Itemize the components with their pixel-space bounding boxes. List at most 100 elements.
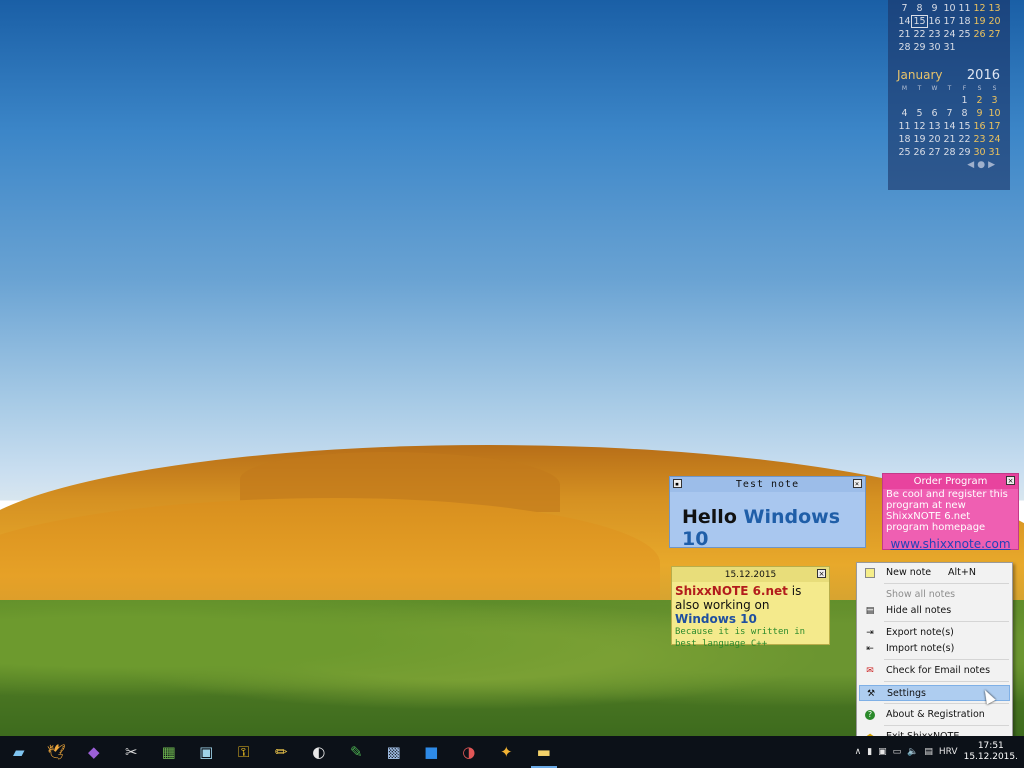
taskbar-app-utility-icon[interactable]: ▣ [188, 736, 226, 768]
calendar-day[interactable]: 13 [927, 121, 942, 132]
menu-about[interactable]: ? About & Registration [859, 707, 1010, 723]
calendar-day[interactable]: 2 [972, 95, 987, 106]
calendar-day[interactable]: 15 [957, 121, 972, 132]
calendar-day[interactable]: 20 [927, 134, 942, 145]
calendar-day[interactable]: 9 [927, 3, 942, 14]
calendar-day[interactable]: 11 [897, 121, 912, 132]
calendar-day[interactable]: 13 [987, 3, 1002, 14]
calendar-day[interactable]: 23 [927, 29, 942, 40]
calendar-day[interactable]: 14 [897, 16, 912, 27]
menu-hide-all[interactable]: ▤ Hide all notes [859, 603, 1010, 619]
shixxnote-tray-icon[interactable]: ▮ [867, 747, 872, 757]
calendar-day[interactable]: 18 [957, 16, 972, 27]
calendar-day[interactable]: 7 [942, 108, 957, 119]
calendar-day[interactable]: 10 [942, 3, 957, 14]
calendar-day[interactable]: 27 [927, 147, 942, 158]
menu-check-email[interactable]: ✉ Check for Email notes [859, 663, 1010, 679]
calendar-day[interactable]: 18 [897, 134, 912, 145]
calendar-day[interactable]: 27 [987, 29, 1002, 40]
calendar-day[interactable]: 23 [972, 134, 987, 145]
notifications-icon[interactable]: ▤ [924, 747, 933, 757]
calendar-day[interactable]: 24 [987, 134, 1002, 145]
calendar-day[interactable]: 16 [927, 16, 942, 27]
chevron-right-icon[interactable]: ▶ [988, 160, 998, 170]
calendar-day[interactable]: 4 [897, 108, 912, 119]
chevron-left-icon[interactable]: ◀ [967, 160, 977, 170]
calendar-day[interactable] [927, 95, 942, 106]
calendar-day[interactable]: 17 [987, 121, 1002, 132]
calendar-day[interactable]: 12 [912, 121, 927, 132]
calendar-day[interactable]: 6 [927, 108, 942, 119]
calendar-day[interactable]: 22 [957, 134, 972, 145]
calendar-day[interactable]: 7 [897, 3, 912, 14]
network-icon[interactable]: ▭ [893, 747, 902, 757]
menu-new-note[interactable]: New note Alt+N [859, 565, 1010, 581]
calendar-day[interactable]: 10 [987, 108, 1002, 119]
calendar-day[interactable]: 31 [987, 147, 1002, 158]
calendar-day[interactable]: 29 [912, 42, 927, 53]
calendar-day[interactable]: 19 [912, 134, 927, 145]
calendar-day[interactable]: 21 [897, 29, 912, 40]
note-test[interactable]: ▪ Test note × Hello Windows 10 [669, 476, 866, 550]
calendar-day[interactable] [942, 95, 957, 106]
close-icon[interactable]: × [1006, 476, 1015, 485]
calendar-day[interactable]: 3 [987, 95, 1002, 106]
volume-icon[interactable]: 🔈 [907, 747, 918, 757]
taskbar-app-spreadsheet-icon[interactable]: ▦ [150, 736, 188, 768]
calendar-day[interactable] [972, 42, 987, 53]
calendar-day[interactable] [897, 95, 912, 106]
taskbar-app-media-icon[interactable]: ◑ [450, 736, 488, 768]
close-icon[interactable]: × [853, 479, 862, 488]
calendar-day[interactable]: 28 [897, 42, 912, 53]
pin-icon[interactable]: ▪ [673, 479, 682, 488]
taskbar-app-key-icon[interactable]: ⚿ [225, 736, 263, 768]
calendar-day[interactable]: 24 [942, 29, 957, 40]
calendar-day[interactable]: 5 [912, 108, 927, 119]
calendar-day[interactable]: 14 [942, 121, 957, 132]
note-body[interactable]: ShixxNOTE 6.net is also working on Windo… [672, 582, 829, 652]
calendar-day[interactable]: 31 [942, 42, 957, 53]
taskbar-app-broom-icon[interactable]: ✦ [488, 736, 526, 768]
calendar-day[interactable]: 19 [972, 16, 987, 27]
calendar-day[interactable] [957, 42, 972, 53]
calendar-day[interactable]: 9 [972, 108, 987, 119]
tray-app-icon[interactable]: ▣ [878, 747, 887, 757]
dot-icon[interactable]: ● [977, 160, 988, 170]
menu-show-all[interactable]: Show all notes [859, 587, 1010, 603]
note-title-bar[interactable]: Order Program × [883, 474, 1018, 489]
clock[interactable]: 17:51 15.12.2015. [964, 741, 1018, 763]
calendar-day[interactable]: 20 [987, 16, 1002, 27]
language-indicator[interactable]: HRV [939, 747, 958, 757]
calendar-day[interactable]: 8 [957, 108, 972, 119]
close-icon[interactable]: × [817, 569, 826, 578]
homepage-link[interactable]: www.shixxnote.com [886, 538, 1015, 550]
calendar-day[interactable]: 11 [957, 3, 972, 14]
calendar-day[interactable]: 21 [942, 134, 957, 145]
taskbar-app-blue-app-icon[interactable]: ■ [413, 736, 451, 768]
chevron-up-icon[interactable]: ∧ [855, 747, 862, 757]
menu-import[interactable]: ⇤ Import note(s) [859, 641, 1010, 657]
calendar-day[interactable]: 30 [927, 42, 942, 53]
note-body[interactable]: Be cool and register this program at new… [883, 489, 1018, 550]
taskbar-app-monitor-icon[interactable]: ▩ [375, 736, 413, 768]
calendar-day[interactable]: 12 [972, 3, 987, 14]
calendar-day[interactable]: 25 [897, 147, 912, 158]
calendar-day[interactable] [987, 42, 1002, 53]
calendar-day[interactable]: 1 [957, 95, 972, 106]
calendar-day[interactable]: 17 [942, 16, 957, 27]
note-title-bar[interactable]: ▪ Test note × [670, 477, 865, 492]
calendar-day[interactable]: 29 [957, 147, 972, 158]
taskbar-app-tools-icon[interactable]: ✂ [113, 736, 151, 768]
calendar-day[interactable]: 26 [912, 147, 927, 158]
calendar-nav[interactable]: ◀●▶ [967, 160, 998, 170]
taskbar-app-thunderbird-icon[interactable]: 🕊 [38, 736, 76, 768]
calendar-day[interactable]: 26 [972, 29, 987, 40]
taskbar-app-windows-icon[interactable]: ▰ [0, 736, 38, 768]
calendar-day[interactable]: 25 [957, 29, 972, 40]
note-order-program[interactable]: Order Program × Be cool and register thi… [882, 473, 1019, 550]
calendar-day[interactable]: 16 [972, 121, 987, 132]
calendar-day[interactable]: 30 [972, 147, 987, 158]
taskbar-app-brush-icon[interactable]: ✎ [338, 736, 376, 768]
calendar-day[interactable]: 22 [912, 29, 927, 40]
note-title-bar[interactable]: 15.12.2015 × [672, 567, 829, 582]
